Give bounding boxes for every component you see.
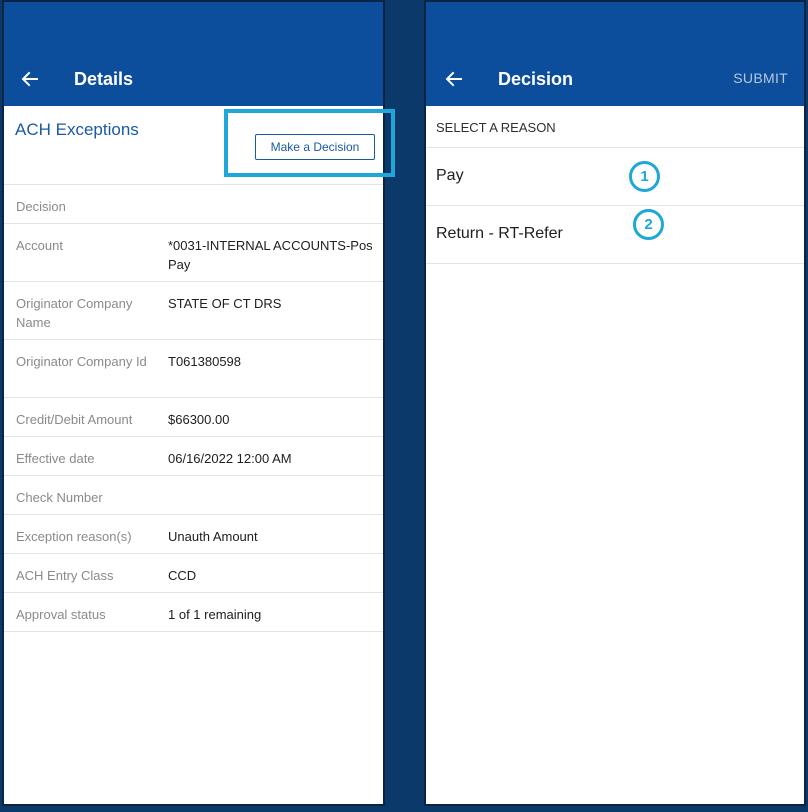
decision-callout-highlight [224,109,395,177]
field-label: Account [16,238,63,253]
field-value: 1 of 1 remaining [168,607,262,622]
field-value: STATE OF CT DRS [168,296,282,311]
back-arrow-icon[interactable] [20,69,40,89]
app-bar: Decision SUBMIT [426,52,804,106]
decision-screen: Decision SUBMIT SELECT A REASON Pay 1 Re… [424,0,806,806]
field-value: 06/16/2022 12:00 AM [168,451,292,466]
field-value: Unauth Amount [168,529,258,544]
field-row-effective-date: Effective date 06/16/2022 12:00 AM [4,437,383,476]
status-bar [426,2,804,52]
field-value: T061380598 [168,354,242,369]
field-row-check-number: Check Number [4,476,383,515]
reason-option-return[interactable]: Return - RT-Refer 2 [426,206,804,264]
field-label: Originator Company Id [16,354,147,369]
option-label: Return - RT-Refer [436,225,563,242]
field-label: Decision [16,199,66,214]
option-label: Pay [436,167,464,184]
submit-button[interactable]: SUBMIT [733,70,788,86]
field-row-originator-company-id: Originator Company Id T061380598 [4,340,383,398]
status-bar [4,2,383,52]
field-row-exception-reason: Exception reason(s) Unauth Amount [4,515,383,554]
back-arrow-icon[interactable] [444,69,464,89]
page-title: Decision [498,68,574,89]
field-label: Check Number [16,490,103,505]
reason-section-header: SELECT A REASON [426,106,804,148]
field-value [168,488,373,514]
reason-option-pay[interactable]: Pay 1 [426,148,804,206]
field-label: Exception reason(s) [16,529,132,544]
field-value: *0031-INTERNAL ACCOUNTS-Pos Pay [168,238,373,272]
page-title: Details [74,68,134,89]
field-row-approval-status: Approval status 1 of 1 remaining [4,593,383,632]
field-row-account: Account *0031-INTERNAL ACCOUNTS-Pos Pay [4,224,383,282]
step-number-badge: 1 [629,161,660,192]
field-row-entry-class: ACH Entry Class CCD [4,554,383,593]
field-value: CCD [168,568,197,583]
field-row-decision: Decision [4,185,383,224]
field-row-amount: Credit/Debit Amount $66300.00 [4,398,383,437]
field-label: Approval status [16,607,106,622]
field-row-originator-company-name: Originator Company Name STATE OF CT DRS [4,282,383,340]
step-number-badge: 2 [633,209,664,240]
field-value: $66300.00 [168,412,230,427]
field-label: Originator Company Name [16,296,133,330]
field-label: Credit/Debit Amount [16,412,133,427]
field-value [168,197,373,223]
app-bar: Details [4,52,383,106]
field-label: Effective date [16,451,95,466]
field-label: ACH Entry Class [16,568,114,583]
section-title: ACH Exceptions [15,120,139,139]
